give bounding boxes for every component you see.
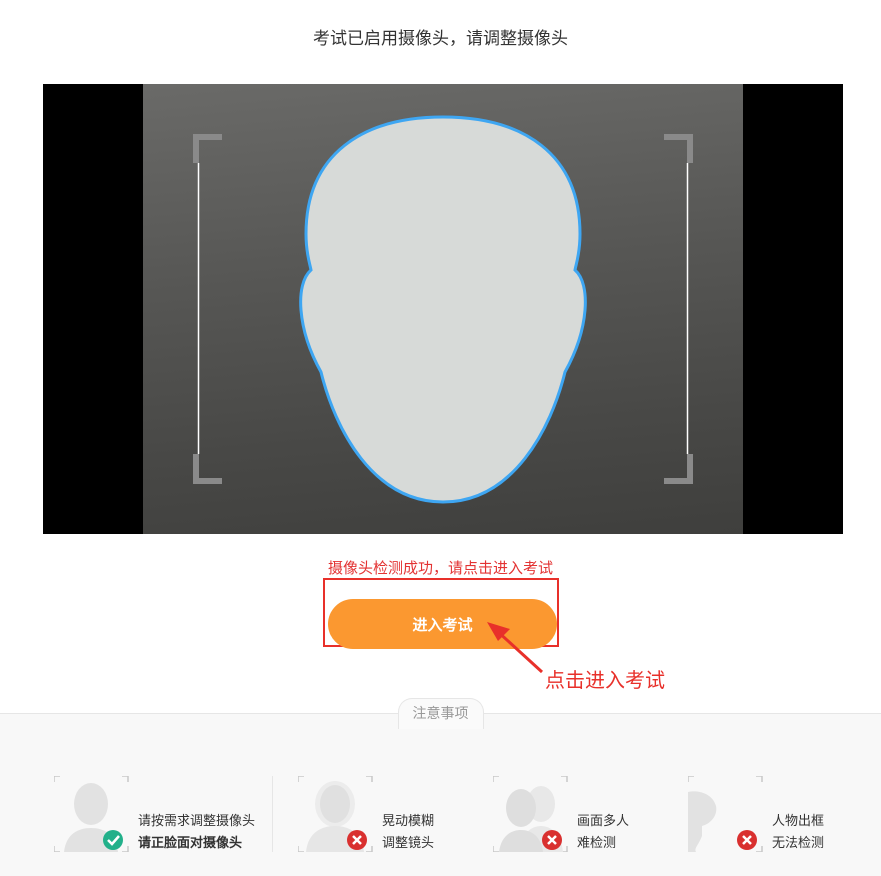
note-line1: 人物出框 <box>772 814 825 829</box>
note-line2: 难检测 <box>577 836 617 851</box>
single-person-icon <box>54 776 129 852</box>
multiple-people-icon <box>493 776 568 852</box>
notes-title: 注意事项 <box>397 698 484 729</box>
annotation-text: 点击进入考试 <box>545 668 665 692</box>
note-line1: 画面多人 <box>577 814 630 829</box>
notes-divider <box>272 776 273 852</box>
note-line2: 请正脸面对摄像头 <box>138 836 243 851</box>
note-line1: 请按需求调整摄像头 <box>138 814 256 829</box>
note-line1: 晃动模糊 <box>382 814 435 829</box>
note-item-out-of-frame: 人物出框 无法检测 <box>688 776 881 852</box>
blurry-person-icon <box>298 776 373 852</box>
note-line2: 调整镜头 <box>382 836 435 851</box>
notes-panel: 注意事项 请按需求调整摄像头 请正脸面对摄像头 晃动模糊 调整镜头 画面多人 难… <box>0 698 881 876</box>
note-line2: 无法检测 <box>772 836 825 851</box>
check-icon <box>103 830 123 850</box>
note-item-correct: 请按需求调整摄像头 请正脸面对摄像头 <box>54 776 294 852</box>
out-of-frame-person-icon <box>688 776 763 852</box>
